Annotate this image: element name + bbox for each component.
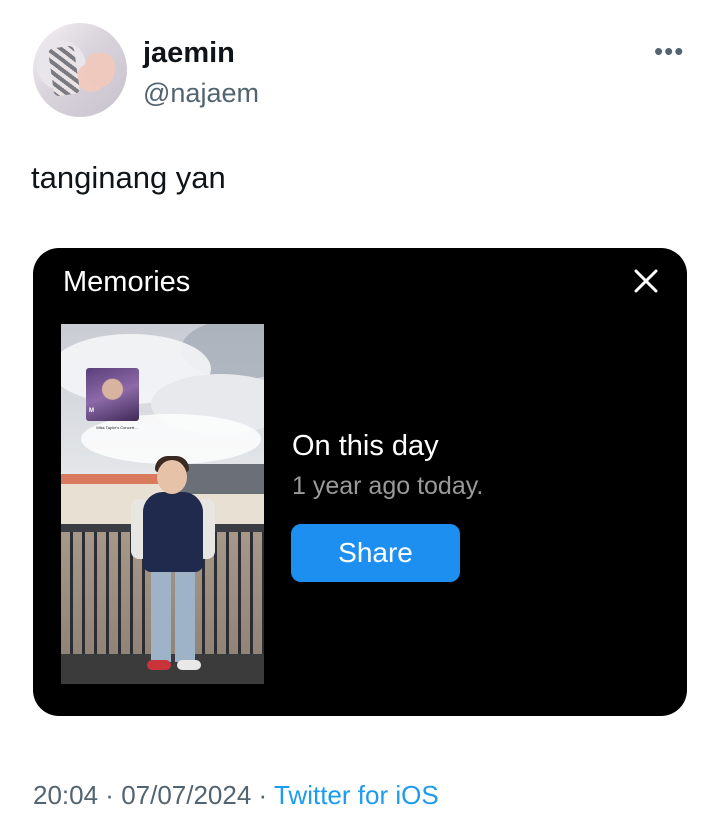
photo-person-head — [157, 460, 187, 494]
album-logo: M — [89, 408, 94, 414]
tweet-date[interactable]: 07/07/2024 — [121, 780, 251, 810]
author-handle[interactable]: @najaem — [143, 78, 259, 109]
photo-person-shoe — [147, 660, 171, 670]
photo-person-jacket — [143, 492, 203, 572]
avatar[interactable] — [33, 23, 127, 117]
tweet-text: tanginang yan — [31, 160, 226, 195]
tweet-metadata: 20:04 · 07/07/2024 · Twitter for iOS — [33, 780, 439, 811]
memories-title: Memories — [63, 266, 191, 298]
album-caption: Miss Taylor's Concert... — [96, 425, 138, 430]
memory-photo[interactable]: M Miss Taylor's Concert... — [61, 324, 264, 684]
tweet-source-link[interactable]: Twitter for iOS — [274, 780, 439, 810]
on-this-day-heading: On this day — [292, 430, 439, 462]
tweet-time: 20:04 — [33, 780, 99, 810]
photo-person-legs — [151, 570, 195, 662]
author-display-name[interactable]: jaemin — [143, 37, 235, 70]
avatar-phone-shape — [47, 45, 81, 97]
on-this-day-subheading: 1 year ago today. — [292, 472, 484, 500]
ellipsis-icon[interactable]: ••• — [654, 36, 684, 67]
share-button[interactable]: Share — [291, 524, 460, 582]
avatar-hand-shape — [85, 53, 115, 87]
close-icon[interactable] — [629, 264, 663, 298]
memories-card[interactable]: Memories M Miss Taylor's Concert... On t… — [33, 248, 687, 716]
meta-separator: · — [98, 780, 122, 810]
meta-separator: · — [251, 780, 274, 810]
photo-person-shoe — [177, 660, 201, 670]
